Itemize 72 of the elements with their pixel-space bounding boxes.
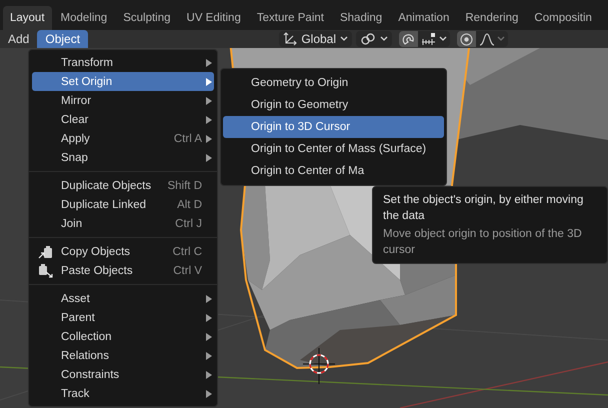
workspace-tab[interactable]: UV Editing: [180, 6, 248, 30]
menu-item[interactable]: Origin to 3D Cursor: [223, 116, 444, 138]
falloff-dropdown[interactable]: [476, 31, 508, 47]
paste-icon: [38, 264, 53, 278]
shortcut-label: Ctrl A: [174, 132, 202, 144]
workspace-tab[interactable]: Layout: [3, 6, 52, 30]
menu-item[interactable]: Transform: [32, 53, 214, 72]
menu-item[interactable]: Origin to Center of Ma: [223, 160, 444, 182]
menu-item[interactable]: Parent: [32, 308, 214, 327]
menu-item[interactable]: Geometry to Origin: [223, 72, 444, 94]
snap-toggle[interactable]: [399, 31, 418, 47]
menu-item[interactable]: Track: [32, 384, 214, 403]
submenu-arrow-icon: [206, 154, 212, 162]
menu-item[interactable]: Origin to Geometry: [223, 94, 444, 116]
shortcut-label: Ctrl J: [175, 218, 202, 230]
axes-icon: [283, 32, 298, 46]
3d-cursor-icon: [302, 348, 336, 384]
workspace-tab[interactable]: Texture Paint: [250, 6, 331, 30]
submenu-arrow-icon: [206, 78, 212, 86]
shortcut-label: Shift D: [167, 180, 202, 192]
header-menu[interactable]: Object: [37, 30, 88, 48]
menu-item[interactable]: Relations: [32, 346, 214, 365]
menu-item[interactable]: Origin to Center of Mass (Surface): [223, 138, 444, 160]
menu-item[interactable]: Copy Objects Ctrl C: [32, 242, 214, 261]
tooltip-description: Move object origin to position of the 3D cursor: [383, 227, 583, 258]
header-menu[interactable]: Add: [0, 30, 38, 48]
shortcut-label: Ctrl V: [173, 264, 202, 276]
shortcut-label: Ctrl C: [172, 246, 202, 258]
menu-item[interactable]: Constraints: [32, 365, 214, 384]
submenu-arrow-icon: [206, 134, 212, 142]
shortcut-label: Alt D: [177, 198, 202, 210]
caret-icon: [439, 36, 447, 42]
menu-item[interactable]: Set Origin: [32, 72, 214, 91]
menu-item[interactable]: Snap: [32, 148, 214, 167]
menu-item[interactable]: Duplicate Objects Shift D: [32, 176, 214, 195]
snap-target-dropdown[interactable]: [418, 31, 450, 47]
menu-item[interactable]: Paste Objects Ctrl V: [32, 261, 214, 280]
menu-item[interactable]: Asset: [32, 289, 214, 308]
proportional-editing-toggle[interactable]: [457, 31, 476, 47]
pivot-dropdown[interactable]: [356, 31, 392, 47]
submenu-arrow-icon: [206, 96, 212, 104]
submenu-arrow-icon: [206, 58, 212, 66]
orientation-dropdown[interactable]: Global: [279, 31, 352, 47]
submenu-arrow-icon: [206, 332, 212, 340]
menu-item[interactable]: Duplicate Linked Alt D: [32, 195, 214, 214]
menu-item[interactable]: Mirror: [32, 91, 214, 110]
menu-item[interactable]: Collection: [32, 327, 214, 346]
tooltip-title: Set the object's origin, by either moving the data: [383, 193, 584, 224]
submenu-arrow-icon: [206, 390, 212, 398]
menu-item[interactable]: Apply Ctrl A: [32, 129, 214, 148]
menu-item[interactable]: Clear: [32, 110, 214, 129]
submenu-arrow-icon: [206, 294, 212, 302]
increment-snap-icon: [421, 33, 437, 45]
falloff-curve-icon: [479, 32, 495, 46]
submenu-arrow-icon: [206, 370, 212, 378]
workspace-tab[interactable]: Compositin: [527, 6, 599, 30]
submenu-arrow-icon: [206, 314, 212, 322]
submenu-arrow-icon: [206, 116, 212, 124]
workspace-tab[interactable]: Animation: [391, 6, 456, 30]
caret-icon: [340, 36, 348, 42]
menu-item[interactable]: Join Ctrl J: [32, 214, 214, 233]
copy-icon: [38, 244, 53, 258]
workspace-tab[interactable]: Sculpting: [116, 6, 178, 30]
workspace-tab[interactable]: Shading: [332, 6, 390, 30]
caret-icon: [380, 36, 388, 42]
workspace-tab[interactable]: Modeling: [54, 6, 114, 30]
chain-link-icon: [360, 32, 376, 46]
submenu-arrow-icon: [206, 352, 212, 360]
circle-dot-icon: [460, 32, 473, 46]
caret-icon: [497, 36, 505, 42]
workspace-tab[interactable]: Rendering: [458, 6, 526, 30]
magnet-icon: [402, 32, 415, 46]
